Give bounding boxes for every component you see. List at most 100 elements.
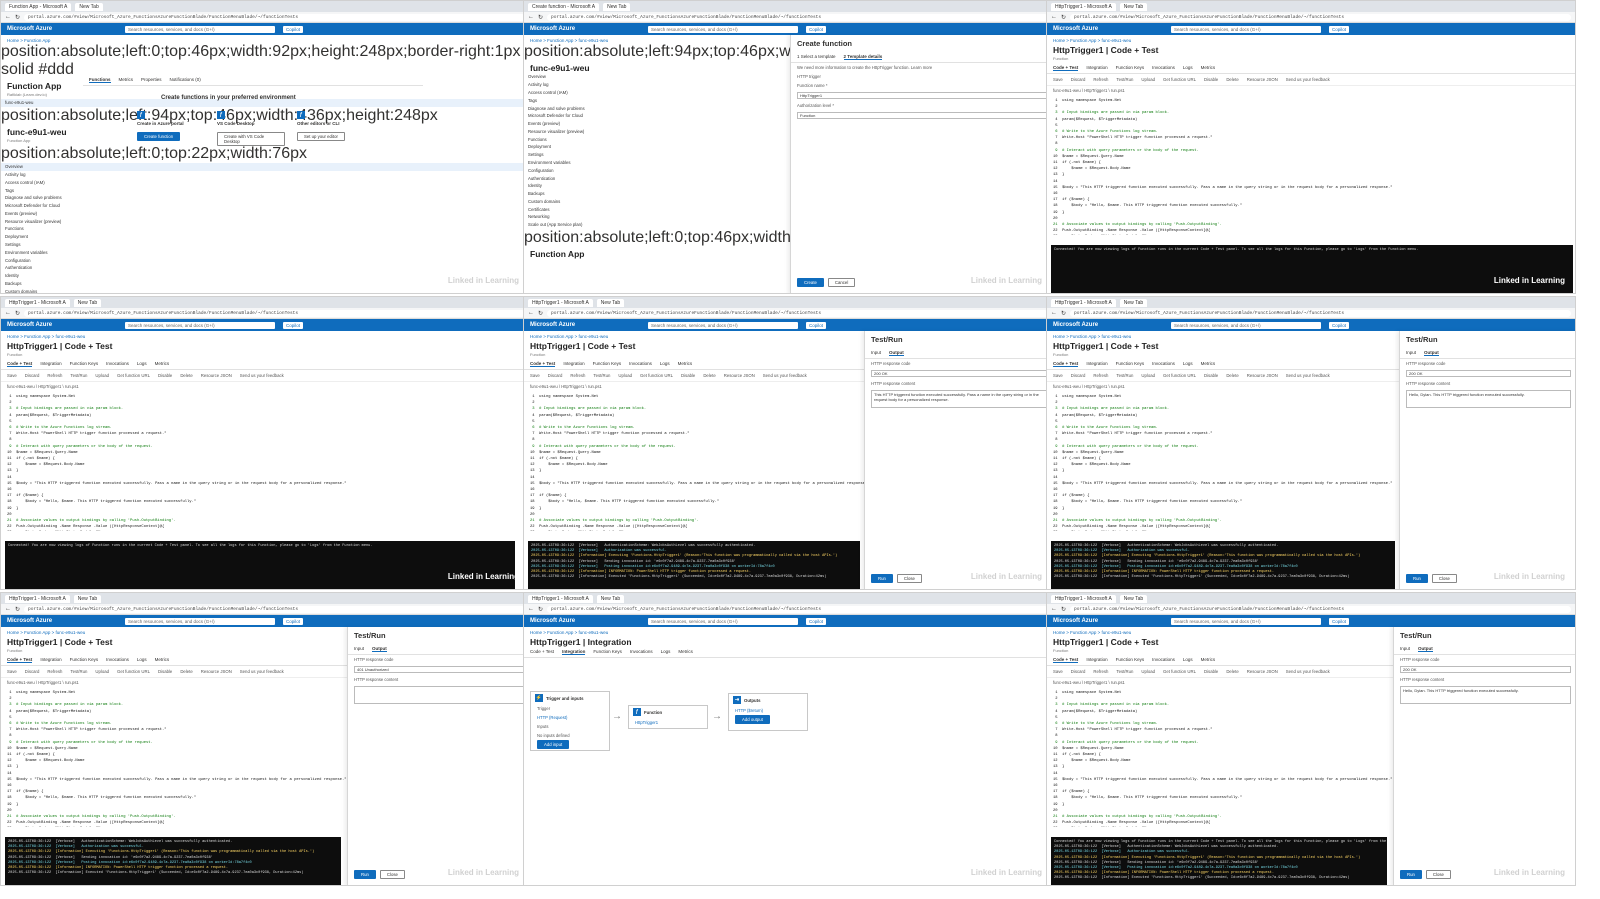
azure-brand[interactable]: Microsoft Azure — [1053, 322, 1163, 328]
azure-brand[interactable]: Microsoft Azure — [530, 26, 640, 32]
back-icon[interactable]: ← — [5, 606, 11, 612]
menu-item[interactable]: Activity log — [1, 171, 529, 179]
cmd-disable[interactable]: Disable — [158, 373, 172, 378]
menu-item[interactable]: Custom domains — [1, 287, 529, 293]
browser-tab[interactable]: New Tab — [596, 594, 625, 603]
menu-item[interactable]: Environment variables — [1, 248, 529, 256]
back-icon[interactable]: ← — [528, 14, 534, 20]
back-icon[interactable]: ← — [1051, 606, 1057, 612]
back-icon[interactable]: ← — [5, 310, 11, 316]
cmd-refresh[interactable]: Refresh — [1093, 373, 1108, 378]
cmd-save[interactable]: Save — [7, 373, 17, 378]
browser-tab[interactable]: HttpTrigger1 - Microsoft A — [5, 594, 70, 603]
wizard-step[interactable]: 1 Select a template — [797, 54, 836, 60]
tab-metrics[interactable]: Metrics — [155, 361, 170, 367]
response-content-field[interactable] — [354, 686, 525, 704]
tab-logs[interactable]: Logs — [1183, 65, 1193, 71]
tab-integration[interactable]: Integration — [40, 361, 61, 367]
refresh-icon[interactable]: ↻ — [1061, 310, 1066, 317]
menu-item[interactable]: Settings — [1, 241, 529, 249]
breadcrumb[interactable]: Home > Function App > func-e9u1-weu — [524, 627, 1052, 635]
wizard-step[interactable]: 2 Template details — [843, 54, 883, 60]
cmd-get-function-url[interactable]: Get function URL — [1163, 373, 1196, 378]
cmd-save[interactable]: Save — [1053, 77, 1063, 82]
tab-metrics[interactable]: Metrics — [119, 77, 134, 83]
url-field[interactable]: portal.azure.com/#view/Microsoft_Azure_F… — [24, 13, 525, 21]
tab-integration[interactable]: Integration — [1086, 65, 1107, 71]
cmd-discard[interactable]: Discard — [1071, 77, 1086, 82]
run-button[interactable]: Run — [1406, 574, 1428, 583]
url-field[interactable]: portal.azure.com/#view/Microsoft_Azure_F… — [547, 309, 1048, 317]
tab-integration[interactable]: Integration — [1086, 657, 1107, 663]
browser-tab[interactable]: Function App - Microsoft A — [5, 2, 72, 11]
cmd-delete[interactable]: Delete — [180, 373, 192, 378]
cmd-test-run[interactable]: Test/Run — [1116, 373, 1133, 378]
refresh-icon[interactable]: ↻ — [15, 14, 20, 21]
cmd-send-us-your-feedback[interactable]: Send us your feedback — [1286, 373, 1330, 378]
cmd-test-run[interactable]: Test/Run — [1116, 77, 1133, 82]
cmd-get-function-url[interactable]: Get function URL — [1163, 77, 1196, 82]
back-icon[interactable]: ← — [528, 310, 534, 316]
cmd-disable[interactable]: Disable — [1204, 77, 1218, 82]
tab-metrics[interactable]: Metrics — [155, 657, 170, 663]
cmd-refresh[interactable]: Refresh — [47, 669, 62, 674]
cmd-discard[interactable]: Discard — [548, 373, 563, 378]
breadcrumb[interactable]: Home > Function App > func-e9u1-weu — [1047, 35, 1575, 43]
browser-tab[interactable]: HttpTrigger1 - Microsoft A — [528, 594, 593, 603]
cmd-get-function-url[interactable]: Get function URL — [640, 373, 673, 378]
tab-properties[interactable]: Properties — [141, 77, 162, 83]
menu-item[interactable]: Events (preview) — [1, 209, 529, 217]
card-button[interactable]: Create with VS Code Desktop — [217, 132, 285, 146]
tab-logs[interactable]: Logs — [137, 657, 147, 663]
trigger-value[interactable]: HTTP (Request) — [531, 713, 609, 722]
menu-item[interactable]: Tags — [1, 186, 529, 194]
portal-search-input[interactable]: Search resources, services, and docs (G+… — [125, 321, 275, 329]
cmd-send-us-your-feedback[interactable]: Send us your feedback — [240, 669, 284, 674]
url-field[interactable]: portal.azure.com/#view/Microsoft_Azure_F… — [24, 309, 525, 317]
cmd-test-run[interactable]: Test/Run — [70, 373, 87, 378]
cmd-discard[interactable]: Discard — [25, 669, 40, 674]
run-button[interactable]: Run — [871, 574, 893, 583]
tab-function-keys[interactable]: Function Keys — [1116, 65, 1145, 71]
browser-tab[interactable]: HttpTrigger1 - Microsoft A — [1051, 298, 1116, 307]
browser-tab[interactable]: New Tab — [73, 594, 102, 603]
tab-input[interactable]: Input — [354, 646, 364, 652]
tab-output[interactable]: Output — [889, 350, 904, 356]
back-icon[interactable]: ← — [1051, 14, 1057, 20]
cmd-send-us-your-feedback[interactable]: Send us your feedback — [763, 373, 807, 378]
azure-brand[interactable]: Microsoft Azure — [530, 618, 640, 624]
copilot-button[interactable]: Copilot — [283, 321, 304, 329]
cmd-get-function-url[interactable]: Get function URL — [1163, 669, 1196, 674]
tab-metrics[interactable]: Metrics — [1201, 65, 1216, 71]
refresh-icon[interactable]: ↻ — [15, 606, 20, 613]
portal-search-input[interactable]: Search resources, services, and docs (G+… — [125, 617, 275, 625]
tab-integration[interactable]: Integration — [563, 361, 584, 367]
tab-code-test[interactable]: Code + Test — [530, 361, 556, 367]
breadcrumb[interactable]: Home > Function App — [1, 35, 529, 43]
cmd-save[interactable]: Save — [1053, 373, 1063, 378]
menu-item[interactable]: Authentication — [1, 264, 529, 272]
browser-tab[interactable]: New Tab — [603, 2, 631, 11]
response-code-field[interactable]: 200 OK — [1400, 666, 1571, 673]
browser-tab[interactable]: New Tab — [73, 298, 102, 307]
cmd-upload[interactable]: Upload — [1141, 77, 1155, 82]
back-icon[interactable]: ← — [528, 606, 534, 612]
cmd-upload[interactable]: Upload — [1141, 669, 1155, 674]
tab-code-test[interactable]: Code + Test — [7, 657, 33, 663]
cmd-resource-json[interactable]: Resource JSON — [724, 373, 755, 378]
cmd-upload[interactable]: Upload — [95, 669, 109, 674]
portal-search-input[interactable]: Search resources, services, and docs (G+… — [648, 617, 798, 625]
tab-output[interactable]: Output — [1424, 350, 1439, 356]
copilot-button[interactable]: Copilot — [806, 321, 827, 329]
cmd-send-us-your-feedback[interactable]: Send us your feedback — [1286, 77, 1330, 82]
cmd-discard[interactable]: Discard — [1071, 373, 1086, 378]
cmd-delete[interactable]: Delete — [1226, 373, 1238, 378]
tab-function-keys[interactable]: Function Keys — [1116, 657, 1145, 663]
copilot-button[interactable]: Copilot — [283, 617, 304, 625]
menu-item[interactable]: Overview — [1, 162, 529, 171]
code-editor[interactable]: 1 using namespace System.Net 2 3 # Input… — [1047, 95, 1575, 235]
response-code-field[interactable]: 401 Unauthorized — [354, 666, 525, 673]
url-field[interactable]: portal.azure.com/#view/Microsoft_Azure_F… — [24, 605, 525, 613]
azure-brand[interactable]: Microsoft Azure — [7, 26, 117, 32]
close-button[interactable]: Close — [1431, 574, 1457, 583]
